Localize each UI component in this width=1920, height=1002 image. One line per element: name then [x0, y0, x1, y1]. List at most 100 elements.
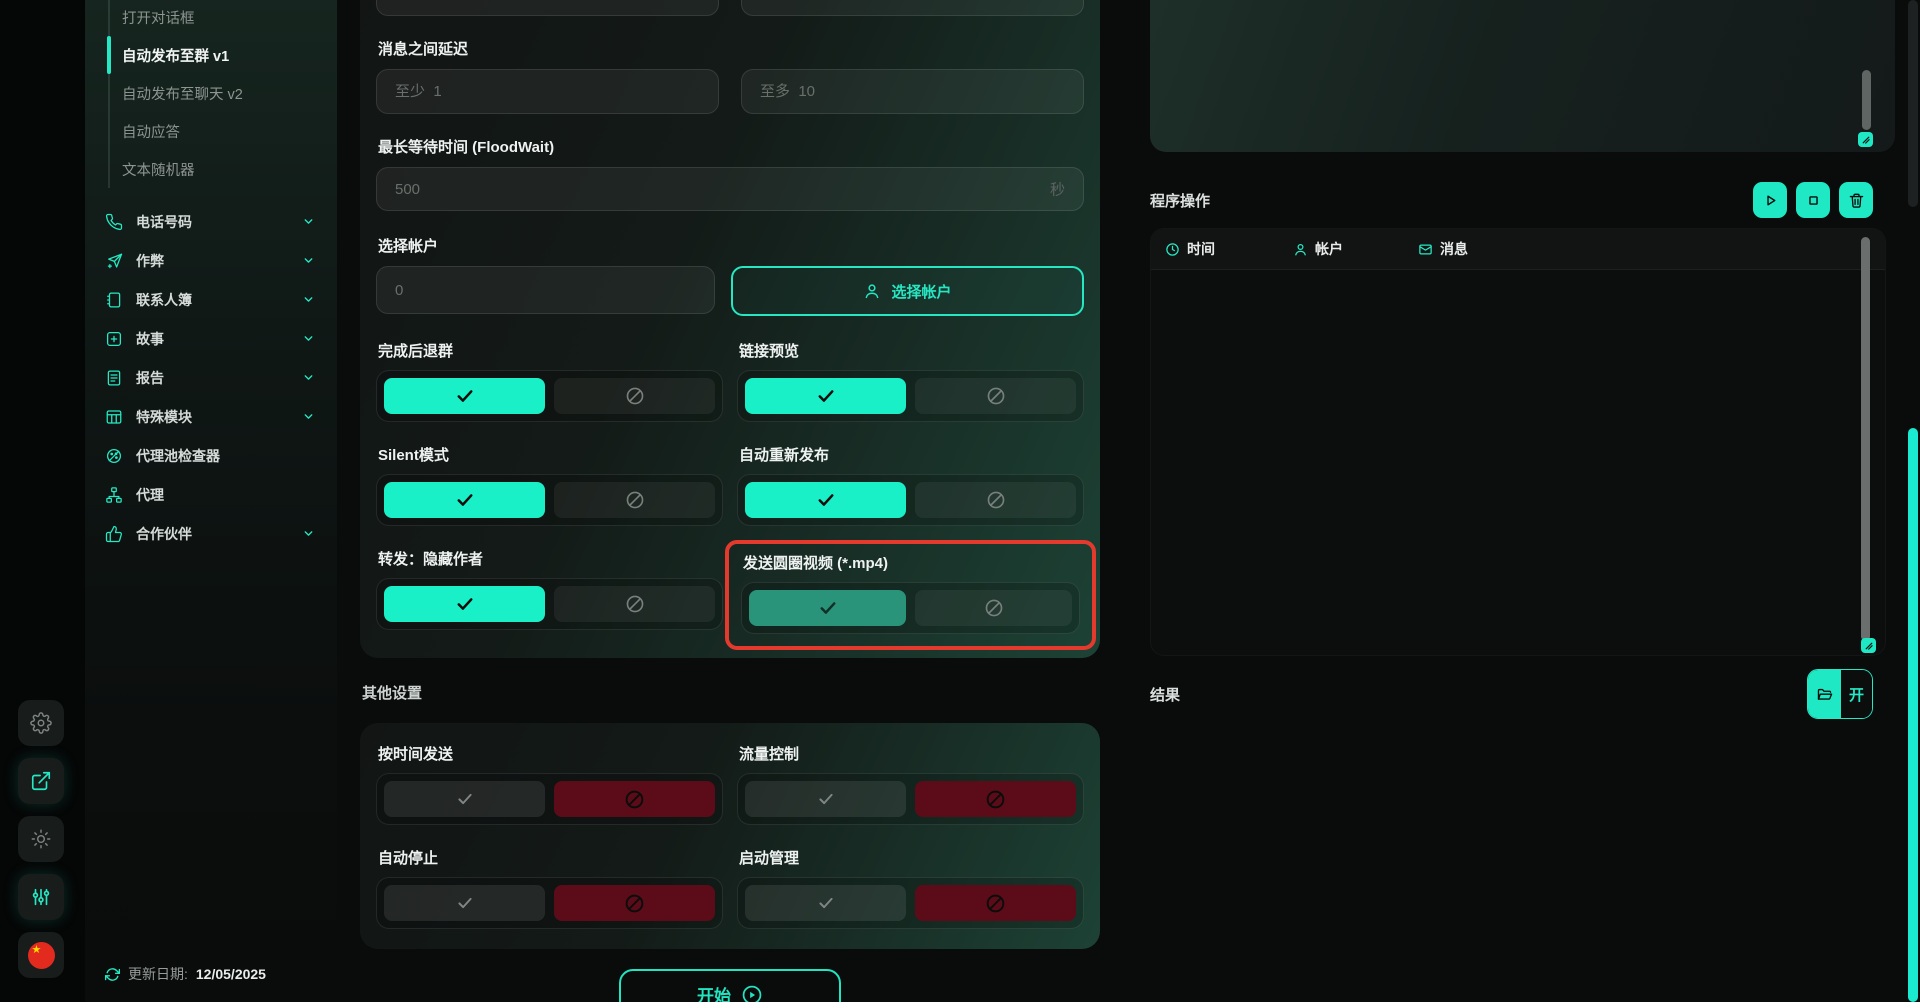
open-result-button[interactable]: 开	[1807, 669, 1873, 719]
sidebar-item-phone-numbers[interactable]: 电话号码	[85, 202, 337, 241]
delay-min-input[interactable]	[376, 69, 719, 114]
operations-table: 时间 帐户 消息	[1150, 228, 1886, 656]
toggle-yes-segment[interactable]	[384, 586, 545, 622]
textarea-resize-grip[interactable]	[1858, 132, 1873, 147]
toggle-startup-management[interactable]	[737, 877, 1084, 929]
cut-input-left-field[interactable]	[377, 0, 718, 15]
sidebar-item-label: 特殊模块	[136, 407, 192, 427]
settings-button[interactable]	[18, 700, 64, 746]
sidebar-menu: 电话号码 作弊 联系人簿 故事 报告	[85, 202, 337, 553]
toggle-auto-stop[interactable]	[376, 877, 723, 929]
toggle-yes-segment[interactable]	[745, 378, 906, 414]
toggle-send-by-time[interactable]	[376, 773, 723, 825]
sidebar-item-label: 代理	[136, 485, 164, 505]
sidebar-item-contacts-book[interactable]: 联系人簿	[85, 280, 337, 319]
table-scrollbar-thumb[interactable]	[1861, 237, 1870, 641]
toggle-no-segment[interactable]	[915, 482, 1076, 518]
message-textarea[interactable]	[1150, 0, 1895, 152]
toggle-field-traffic-control: 流量控制	[737, 743, 1084, 825]
sidebar-item-proxy[interactable]: 代理	[85, 475, 337, 514]
sidebar-item-text-randomizer[interactable]: 文本随机器	[122, 152, 195, 190]
toggle-no-segment[interactable]	[915, 378, 1076, 414]
textarea-scrollbar-thumb[interactable]	[1862, 70, 1871, 130]
sidebar-item-cheating[interactable]: 作弊	[85, 241, 337, 280]
toggle-traffic-control[interactable]	[737, 773, 1084, 825]
toggle-leave-after-done[interactable]	[376, 370, 723, 422]
user-icon	[863, 282, 881, 300]
toggle-label: 链接预览	[739, 340, 1082, 361]
toggle-yes-segment[interactable]	[384, 781, 545, 817]
sidebar-item-auto-reply[interactable]: 自动应答	[122, 114, 180, 152]
account-count-field[interactable]	[377, 267, 714, 313]
floodwait-label: 最长等待时间 (FloodWait)	[378, 136, 1082, 157]
clear-button[interactable]	[1839, 182, 1873, 218]
account-count-input[interactable]	[376, 266, 715, 314]
sidebar-item-auto-post-chat-v2[interactable]: 自动发布至聊天 v2	[122, 76, 243, 114]
toggle-yes-segment[interactable]	[749, 590, 906, 626]
run-button[interactable]	[1753, 182, 1787, 218]
update-date-footer: 更新日期: 12/05/2025	[105, 964, 266, 984]
sidebar-item-open-dialog[interactable]: 打开对话框	[122, 0, 195, 38]
toggle-yes-segment[interactable]	[745, 781, 906, 817]
toggle-field-startup-management: 启动管理	[737, 847, 1084, 929]
cut-input-right-field[interactable]	[742, 0, 1083, 15]
delay-max-input[interactable]	[741, 69, 1084, 114]
chevron-down-icon	[302, 254, 315, 267]
sidebar-item-auto-post-group-v1[interactable]: 自动发布至群 v1	[122, 38, 229, 76]
brightness-icon	[30, 828, 52, 850]
start-button[interactable]: 开始	[619, 969, 841, 1002]
toggle-no-segment[interactable]	[554, 885, 715, 921]
brightness-button[interactable]	[18, 816, 64, 862]
toggle-no-segment[interactable]	[915, 781, 1076, 817]
cut-input-left[interactable]	[376, 0, 719, 16]
toggle-no-segment[interactable]	[554, 378, 715, 414]
proxy-icon	[105, 486, 123, 504]
toggle-field-auto-repost: 自动重新发布	[737, 444, 1084, 526]
settings-icon	[30, 712, 52, 734]
paper-plane-plus-icon	[105, 252, 123, 270]
update-date-value: 12/05/2025	[196, 966, 266, 982]
toggle-no-segment[interactable]	[554, 781, 715, 817]
toggle-forward-hide-author[interactable]	[376, 578, 723, 630]
external-link-button[interactable]	[18, 758, 64, 804]
language-button[interactable]: ★	[18, 932, 64, 978]
toggle-field-send-by-time: 按时间发送	[376, 743, 723, 825]
toggle-send-round-video[interactable]	[741, 582, 1080, 634]
toggle-field-send-round-video: 发送圆圈视频 (*.mp4)	[737, 548, 1084, 638]
toggle-yes-segment[interactable]	[384, 482, 545, 518]
toggle-auto-repost[interactable]	[737, 474, 1084, 526]
account-label: 选择帐户	[378, 235, 1082, 256]
sidebar-item-proxy-pool-checker[interactable]: 代理池检查器	[85, 436, 337, 475]
sidebar-item-stories[interactable]: 故事	[85, 319, 337, 358]
toggle-silent-mode[interactable]	[376, 474, 723, 526]
sidebar-item-special-modules[interactable]: 特殊模块	[85, 397, 337, 436]
highlight-box: 发送圆圈视频 (*.mp4)	[725, 540, 1096, 650]
delay-min-field[interactable]	[377, 70, 718, 113]
sliders-button[interactable]	[18, 874, 64, 920]
cut-input-right[interactable]	[741, 0, 1084, 16]
toggle-no-segment[interactable]	[554, 586, 715, 622]
toggle-yes-segment[interactable]	[384, 885, 545, 921]
toggle-yes-segment[interactable]	[745, 482, 906, 518]
delay-max-field[interactable]	[742, 70, 1083, 113]
sidebar-item-reports[interactable]: 报告	[85, 358, 337, 397]
user-icon	[1293, 242, 1308, 257]
toggle-yes-segment[interactable]	[384, 378, 545, 414]
toggle-no-segment[interactable]	[915, 885, 1076, 921]
floodwait-field[interactable]	[377, 168, 1083, 210]
page-scrollbar-thumb[interactable]	[1908, 428, 1918, 1002]
stop-button[interactable]	[1796, 182, 1830, 218]
folder-icon[interactable]	[1808, 670, 1841, 718]
open-button-label[interactable]: 开	[1841, 670, 1872, 718]
page-scrollbar[interactable]	[1908, 0, 1918, 1002]
select-account-button[interactable]: 选择帐户	[731, 266, 1084, 316]
sidebar-item-partners[interactable]: 合作伙伴	[85, 514, 337, 553]
toggle-yes-segment[interactable]	[745, 885, 906, 921]
toggle-link-preview[interactable]	[737, 370, 1084, 422]
toggle-no-segment[interactable]	[554, 482, 715, 518]
active-item-bar	[107, 36, 111, 74]
floodwait-input[interactable]: 秒	[376, 167, 1084, 211]
right-panel: 程序操作 时间 帐户 消息	[1150, 0, 1895, 718]
toggle-no-segment[interactable]	[915, 590, 1072, 626]
table-resize-grip[interactable]	[1861, 638, 1876, 653]
